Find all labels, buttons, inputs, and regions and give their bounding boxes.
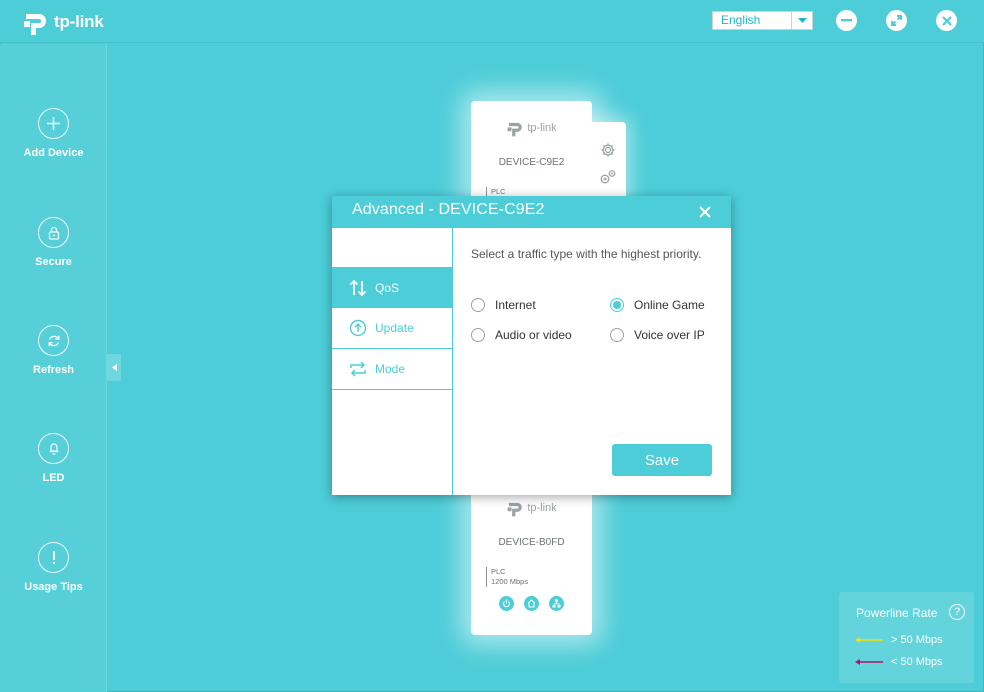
- restore-arrows-icon: [891, 15, 902, 26]
- device-brand: tp-link: [527, 502, 557, 514]
- advanced-dialog: Advanced - DEVICE-C9E2 QoS Update Mode S…: [332, 196, 731, 495]
- radio-label: Online Game: [634, 298, 705, 312]
- menu-item-qos[interactable]: QoS: [332, 267, 452, 308]
- plus-icon: [38, 108, 69, 139]
- title-bar: tp-link English: [0, 0, 984, 43]
- sidebar-item-label: Add Device: [23, 147, 84, 159]
- sidebar-collapse-toggle[interactable]: [107, 354, 121, 381]
- refresh-icon: [38, 325, 69, 356]
- device-name: DEVICE-B0FD: [498, 537, 565, 548]
- sidebar-item-refresh[interactable]: Refresh: [0, 325, 107, 376]
- radio-button[interactable]: [471, 328, 485, 342]
- tp-link-logo-icon: [24, 14, 46, 35]
- plc-rate: 1200 Mbps: [491, 577, 529, 586]
- minus-icon: [841, 19, 852, 22]
- legend-item-fast: > 50 Mbps: [855, 634, 943, 646]
- qos-prompt: Select a traffic type with the highest p…: [471, 247, 702, 261]
- brand-name: tp-link: [54, 12, 104, 31]
- mode-loop-icon: [348, 359, 368, 379]
- sidebar-item-label: LED: [42, 472, 65, 484]
- minimize-button[interactable]: [836, 10, 857, 31]
- lock-icon: [38, 217, 69, 248]
- menu-item-mode[interactable]: Mode: [332, 349, 452, 390]
- plc-label: PLC: [491, 567, 506, 576]
- sidebar-item-label: Usage Tips: [24, 581, 83, 593]
- sidebar-item-label: Refresh: [33, 364, 74, 376]
- tp-link-logo: tp-link: [22, 8, 104, 36]
- qos-panel: Select a traffic type with the highest p…: [471, 246, 716, 262]
- language-select[interactable]: English: [712, 11, 813, 30]
- menu-item-label: QoS: [375, 280, 400, 295]
- qos-arrows-icon: [348, 278, 368, 298]
- power-icon: [499, 596, 514, 611]
- sidebar-item-usage-tips[interactable]: Usage Tips: [0, 542, 107, 593]
- sidebar-item-secure[interactable]: Secure: [0, 217, 107, 268]
- radio-audio-or-video[interactable]: Audio or video: [471, 328, 572, 342]
- update-arrow-icon: [348, 318, 368, 338]
- radio-online-game[interactable]: Online Game: [610, 298, 705, 312]
- close-button[interactable]: [936, 10, 957, 31]
- radio-label: Audio or video: [495, 328, 572, 342]
- radio-button[interactable]: [471, 298, 485, 312]
- help-icon[interactable]: ?: [949, 604, 965, 620]
- menu-item-label: Update: [375, 321, 414, 335]
- language-value: English: [721, 13, 761, 27]
- legend-label: < 50 Mbps: [891, 656, 943, 668]
- sidebar: Add Device Secure Refresh LED Usage Tips: [0, 44, 107, 692]
- network-icon: [549, 596, 564, 611]
- yellow-arrow-icon: [855, 637, 883, 643]
- dialog-menu: QoS Update Mode: [332, 228, 453, 495]
- radio-button[interactable]: [610, 328, 624, 342]
- gears-icon[interactable]: [599, 169, 617, 185]
- dialog-header: Advanced - DEVICE-C9E2: [332, 196, 731, 228]
- tp-link-logo-icon: [507, 502, 523, 517]
- radio-label: Voice over IP: [634, 328, 705, 342]
- device-side-panel: [588, 122, 626, 202]
- chevron-down-icon[interactable]: [791, 12, 812, 29]
- device-brand: tp-link: [527, 122, 557, 134]
- bulb-icon: [38, 433, 69, 464]
- chevron-left-icon: [111, 364, 117, 371]
- powerline-rate-legend: Powerline Rate ? > 50 Mbps < 50 Mbps: [839, 592, 974, 683]
- menu-item-label: Mode: [375, 362, 406, 376]
- close-icon[interactable]: [698, 205, 712, 219]
- radio-label: Internet: [495, 298, 536, 312]
- menu-item-update[interactable]: Update: [332, 308, 452, 349]
- powerline-rate-title: Powerline Rate: [856, 606, 938, 620]
- exclamation-icon: [38, 542, 69, 573]
- radio-button[interactable]: [610, 298, 624, 312]
- magenta-arrow-icon: [855, 659, 883, 665]
- home-icon: [524, 596, 539, 611]
- radio-internet[interactable]: Internet: [471, 298, 536, 312]
- legend-label: > 50 Mbps: [891, 634, 943, 646]
- restore-button[interactable]: [886, 10, 907, 31]
- save-button[interactable]: Save: [612, 444, 712, 476]
- device-name: DEVICE-C9E2: [498, 157, 565, 168]
- sidebar-item-label: Secure: [35, 256, 72, 268]
- dialog-title: Advanced - DEVICE-C9E2: [352, 201, 545, 218]
- tp-link-logo-icon: [507, 122, 523, 137]
- close-icon: [941, 15, 952, 26]
- device-plc-info: PLC 1200 Mbps: [486, 567, 528, 587]
- radio-voice-over-ip[interactable]: Voice over IP: [610, 328, 705, 342]
- device-brand-logo: tp-link: [471, 499, 592, 517]
- sidebar-item-led[interactable]: LED: [0, 433, 107, 484]
- gear-icon[interactable]: [600, 142, 616, 158]
- device-brand-logo: tp-link: [471, 119, 592, 137]
- legend-item-slow: < 50 Mbps: [855, 656, 943, 668]
- sidebar-item-add-device[interactable]: Add Device: [0, 108, 107, 159]
